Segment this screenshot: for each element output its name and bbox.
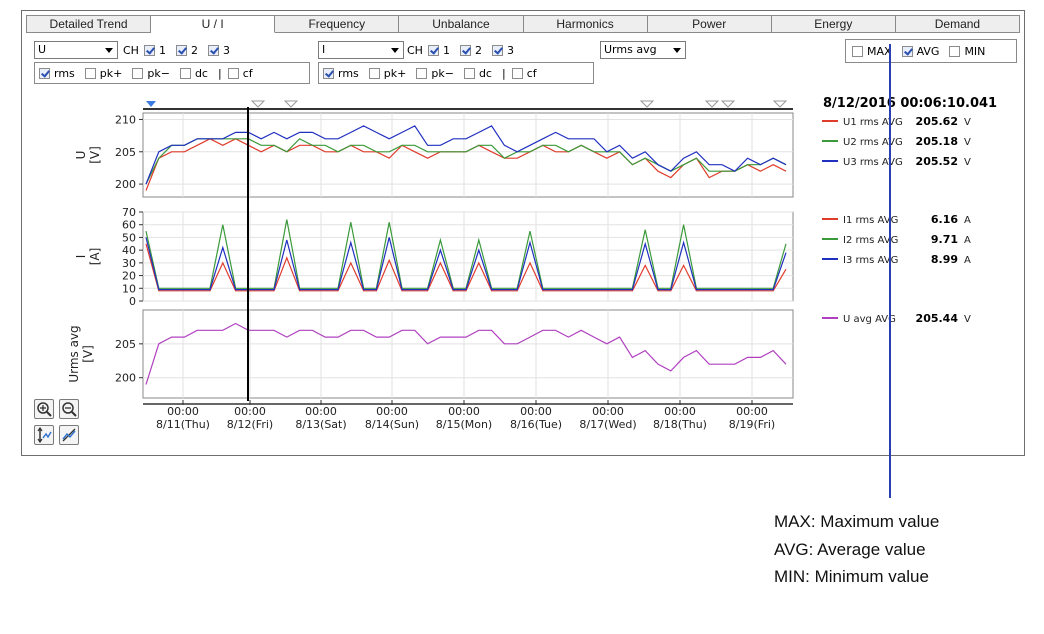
- x-tick-time: 00:00: [167, 405, 199, 418]
- i-legend-value: 8.99: [931, 253, 958, 266]
- explain-avg: AVG: Average value: [774, 540, 926, 559]
- i-legend-value: 9.71: [931, 233, 958, 246]
- u-legend-value: 205.52: [916, 155, 958, 168]
- u-legend-value: 205.18: [916, 135, 958, 148]
- x-tick-date: 8/19(Fri): [729, 418, 775, 431]
- y-tick-label: 30: [122, 257, 136, 270]
- u-legend-unit: V: [964, 137, 971, 148]
- plot-area-3: [142, 309, 794, 399]
- event-marker-icon: [704, 100, 720, 108]
- x-tick-date: 8/13(Sat): [295, 418, 346, 431]
- x-tick-time: 00:00: [664, 405, 696, 418]
- explain-min: MIN: Minimum value: [774, 567, 929, 586]
- x-tick-time: 00:00: [592, 405, 624, 418]
- x-tick-time: 00:00: [520, 405, 552, 418]
- y-axis-label: U: [74, 151, 88, 160]
- trend-charts: 200205210U [V]010203040506070I [A]200205Ur…: [67, 44, 971, 498]
- x-tick-time: 00:00: [234, 405, 266, 418]
- i-legend-unit: A: [964, 215, 971, 226]
- x-tick-time: 00:00: [448, 405, 480, 418]
- y-tick-label: 40: [122, 244, 136, 257]
- x-tick-time: 00:00: [305, 405, 337, 418]
- event-marker-icon: [772, 100, 788, 108]
- y-axis-label: [V]: [88, 146, 102, 164]
- i-legend-unit: A: [964, 235, 971, 246]
- y-tick-label: 20: [122, 270, 136, 283]
- x-tick-time: 00:00: [736, 405, 768, 418]
- uavg-legend-value: 205.44: [916, 312, 959, 325]
- y-tick-label: 205: [115, 146, 136, 159]
- u-legend-name: U1 rms AVG: [843, 117, 903, 128]
- x-tick-date: 8/14(Sun): [365, 418, 419, 431]
- y-axis-label: [V]: [81, 345, 95, 363]
- event-marker-icon: [283, 100, 299, 108]
- event-marker-icon: [639, 100, 655, 108]
- x-tick-time: 00:00: [376, 405, 408, 418]
- u-legend-unit: V: [964, 157, 971, 168]
- u-legend-name: U3 rms AVG: [843, 157, 903, 168]
- x-tick-date: 8/16(Tue): [510, 418, 562, 431]
- y-axis-label: I: [74, 255, 88, 259]
- y-tick-label: 0: [129, 295, 136, 308]
- u-legend-name: U2 rms AVG: [843, 137, 903, 148]
- x-tick-date: 8/11(Thu): [156, 418, 210, 431]
- event-marker-icon: [250, 100, 266, 108]
- start-marker-icon: [146, 101, 156, 107]
- explain-max: MAX: Maximum value: [774, 512, 940, 531]
- i-legend-value: 6.16: [931, 213, 958, 226]
- x-tick-date: 8/17(Wed): [579, 418, 636, 431]
- uavg-legend-name: U avg AVG: [843, 314, 896, 325]
- y-tick-label: 10: [122, 282, 136, 295]
- event-marker-icon: [720, 100, 736, 108]
- u-legend-value: 205.62: [916, 115, 958, 128]
- y-tick-label: 210: [115, 113, 136, 126]
- y-tick-label: 205: [115, 338, 136, 351]
- u-legend-unit: V: [964, 117, 971, 128]
- y-tick-label: 60: [122, 219, 136, 232]
- y-tick-label: 200: [115, 372, 136, 385]
- x-tick-date: 8/15(Mon): [436, 418, 492, 431]
- uavg-legend-unit: V: [964, 314, 971, 325]
- y-axis-label: Urms avg: [67, 325, 81, 382]
- y-tick-label: 70: [122, 206, 136, 219]
- y-tick-label: 50: [122, 231, 136, 244]
- i-legend-unit: A: [964, 255, 971, 266]
- x-tick-date: 8/18(Thu): [653, 418, 707, 431]
- y-axis-label: [A]: [88, 248, 102, 266]
- y-tick-label: 200: [115, 178, 136, 191]
- x-tick-date: 8/12(Fri): [227, 418, 273, 431]
